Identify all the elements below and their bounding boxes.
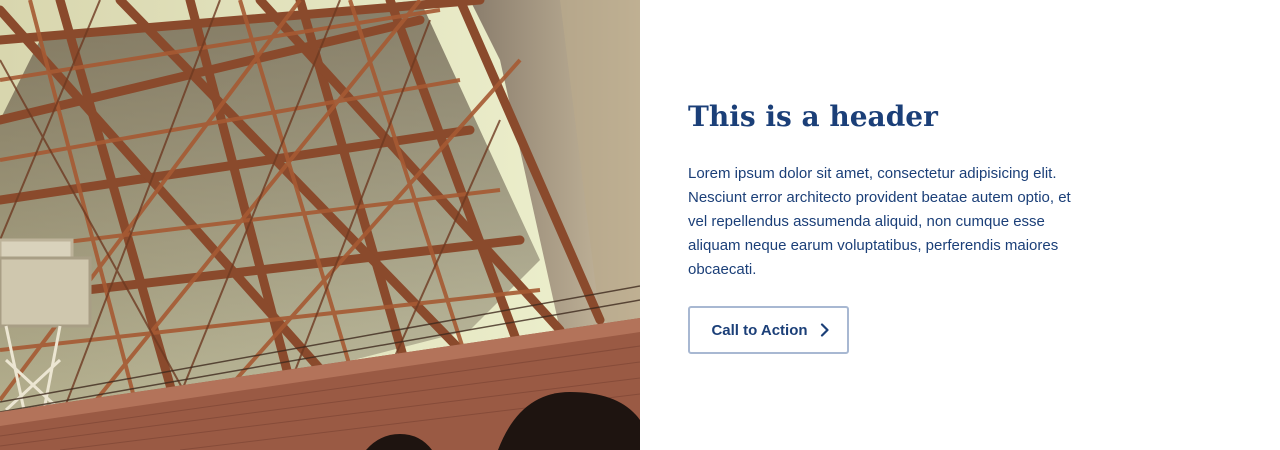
hero-image <box>0 0 640 450</box>
call-to-action-button[interactable]: Call to Action <box>688 306 849 354</box>
bridge-illustration <box>0 0 640 450</box>
hero-content: This is a header Lorem ipsum dolor sit a… <box>640 0 1280 450</box>
call-to-action-label: Call to Action <box>711 321 808 339</box>
hero-body-text: Lorem ipsum dolor sit amet, consectetur … <box>688 165 1071 278</box>
hero-section: This is a header Lorem ipsum dolor sit a… <box>0 0 1280 450</box>
chevron-right-icon <box>820 323 830 337</box>
hero-heading: This is a header <box>688 100 938 133</box>
